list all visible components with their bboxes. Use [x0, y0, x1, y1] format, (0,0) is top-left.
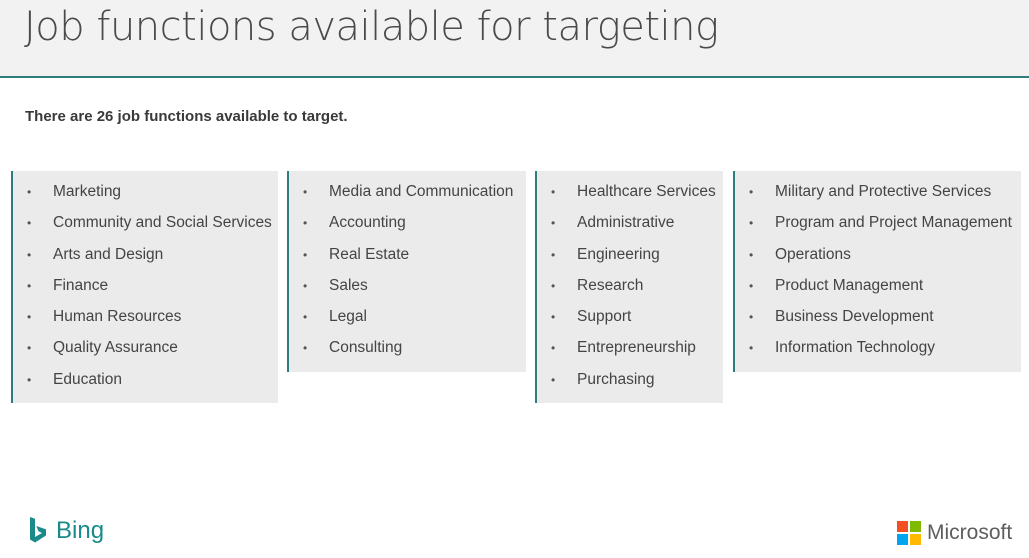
job-function-label: Human Resources: [53, 308, 182, 326]
microsoft-logo-yellow-square: [910, 534, 921, 545]
list-item: • Quality Assurance: [13, 337, 278, 368]
microsoft-logo-red-square: [897, 521, 908, 532]
job-function-label: Healthcare Services: [577, 183, 716, 200]
list-item: • Operations: [735, 244, 1021, 275]
bullet-icon: •: [551, 341, 556, 356]
list-item: • Education: [13, 369, 278, 400]
job-function-label: Information Technology: [775, 339, 935, 357]
bullet-icon: •: [303, 216, 308, 231]
bullet-icon: •: [551, 216, 556, 231]
job-function-label: Support: [577, 308, 632, 326]
bullet-icon: •: [551, 372, 556, 387]
bing-logo: Bing: [28, 516, 104, 546]
list-item: • Purchasing: [537, 369, 723, 400]
job-functions-column-3: • Healthcare Services • Administrative • Engi…: [535, 171, 723, 403]
bullet-icon: •: [551, 278, 556, 293]
job-function-label: Engineering: [577, 245, 660, 263]
bing-wordmark: Bing: [56, 517, 105, 544]
list-item: • Sales: [289, 275, 526, 306]
job-function-label: Purchasing: [577, 370, 655, 388]
microsoft-logo-icon: [897, 521, 921, 545]
bullet-icon: •: [551, 310, 556, 325]
bullet-icon: •: [303, 185, 308, 199]
list-item: • Engineering: [537, 244, 723, 275]
list-item: • Legal: [289, 306, 526, 337]
job-function-label: Education: [53, 370, 122, 388]
job-function-label: Media and Communication: [329, 183, 514, 200]
job-function-label: Community and Social Services: [53, 214, 272, 232]
list-item: • Information Technology: [735, 337, 1021, 368]
bullet-icon: •: [303, 341, 308, 356]
bullet-icon: •: [551, 185, 556, 199]
bullet-icon: •: [749, 247, 754, 262]
list-item: • Finance: [13, 275, 278, 306]
bullet-icon: •: [27, 216, 32, 231]
list-item: • Business Development: [735, 306, 1021, 337]
job-function-label: Business Development: [775, 308, 934, 326]
job-function-label: Arts and Design: [53, 245, 164, 263]
bullet-icon: •: [27, 185, 32, 199]
list-item: • Military and Protective Services: [735, 181, 1021, 212]
job-function-label: Entrepreneurship: [577, 339, 696, 357]
list-item: • Research: [537, 275, 723, 306]
list-item: • Program and Project Management: [735, 212, 1021, 243]
job-function-label: Marketing: [53, 183, 122, 200]
job-functions-column-4: • Military and Protective Services • Progra…: [733, 171, 1021, 372]
job-function-label: Sales: [329, 276, 368, 294]
microsoft-logo-green-square: [910, 521, 921, 532]
bullet-icon: •: [27, 278, 32, 293]
microsoft-wordmark: Microsoft: [927, 521, 1013, 544]
bullet-icon: •: [303, 247, 308, 262]
bing-logo-icon: [30, 517, 46, 543]
subtitle: There are 26 job functions available to …: [25, 108, 348, 125]
list-item: • Administrative: [537, 212, 723, 243]
list-item: • Healthcare Services: [537, 181, 723, 212]
bullet-icon: •: [749, 185, 754, 199]
job-function-label: Product Management: [775, 276, 924, 294]
job-function-label: Administrative: [577, 214, 675, 232]
list-item: • Support: [537, 306, 723, 337]
job-function-label: Accounting: [329, 214, 406, 232]
job-function-label: Legal: [329, 308, 367, 326]
bullet-icon: •: [749, 278, 754, 293]
list-item: • Marketing: [13, 181, 278, 212]
list-item: • Community and Social Services: [13, 212, 278, 243]
page-title: Job functions available for targeting: [24, 4, 719, 50]
bullet-icon: •: [303, 278, 308, 293]
list-item: • Media and Communication: [289, 181, 526, 212]
job-functions-column-1: • Marketing • Community and Social Services…: [11, 171, 278, 403]
job-function-label: Real Estate: [329, 245, 410, 263]
job-function-label: Consulting: [329, 339, 403, 357]
job-function-label: Research: [577, 276, 644, 294]
bullet-icon: •: [27, 372, 32, 387]
job-function-label: Finance: [53, 276, 109, 294]
bullet-icon: •: [749, 310, 754, 325]
bullet-icon: •: [27, 341, 32, 356]
bullet-icon: •: [303, 310, 308, 325]
list-item: • Real Estate: [289, 244, 526, 275]
job-function-label: Military and Protective Services: [775, 183, 992, 200]
list-item: • Arts and Design: [13, 244, 278, 275]
job-function-label: Program and Project Management: [775, 214, 1012, 232]
bullet-icon: •: [551, 247, 556, 262]
bullet-icon: •: [749, 216, 754, 231]
list-item: • Product Management: [735, 275, 1021, 306]
list-item: • Accounting: [289, 212, 526, 243]
list-item: • Entrepreneurship: [537, 337, 723, 368]
bullet-icon: •: [27, 247, 32, 262]
job-function-label: Operations: [775, 245, 851, 263]
title-band: Job functions available for targeting: [0, 0, 1029, 78]
list-item: • Consulting: [289, 337, 526, 368]
bullet-icon: •: [749, 341, 754, 356]
microsoft-logo-blue-square: [897, 534, 908, 545]
bullet-icon: •: [27, 310, 32, 325]
list-item: • Human Resources: [13, 306, 278, 337]
job-function-label: Quality Assurance: [53, 339, 178, 357]
microsoft-logo: Microsoft: [897, 520, 1012, 546]
job-functions-column-2: • Media and Communication • Accounting • Real…: [287, 171, 526, 372]
